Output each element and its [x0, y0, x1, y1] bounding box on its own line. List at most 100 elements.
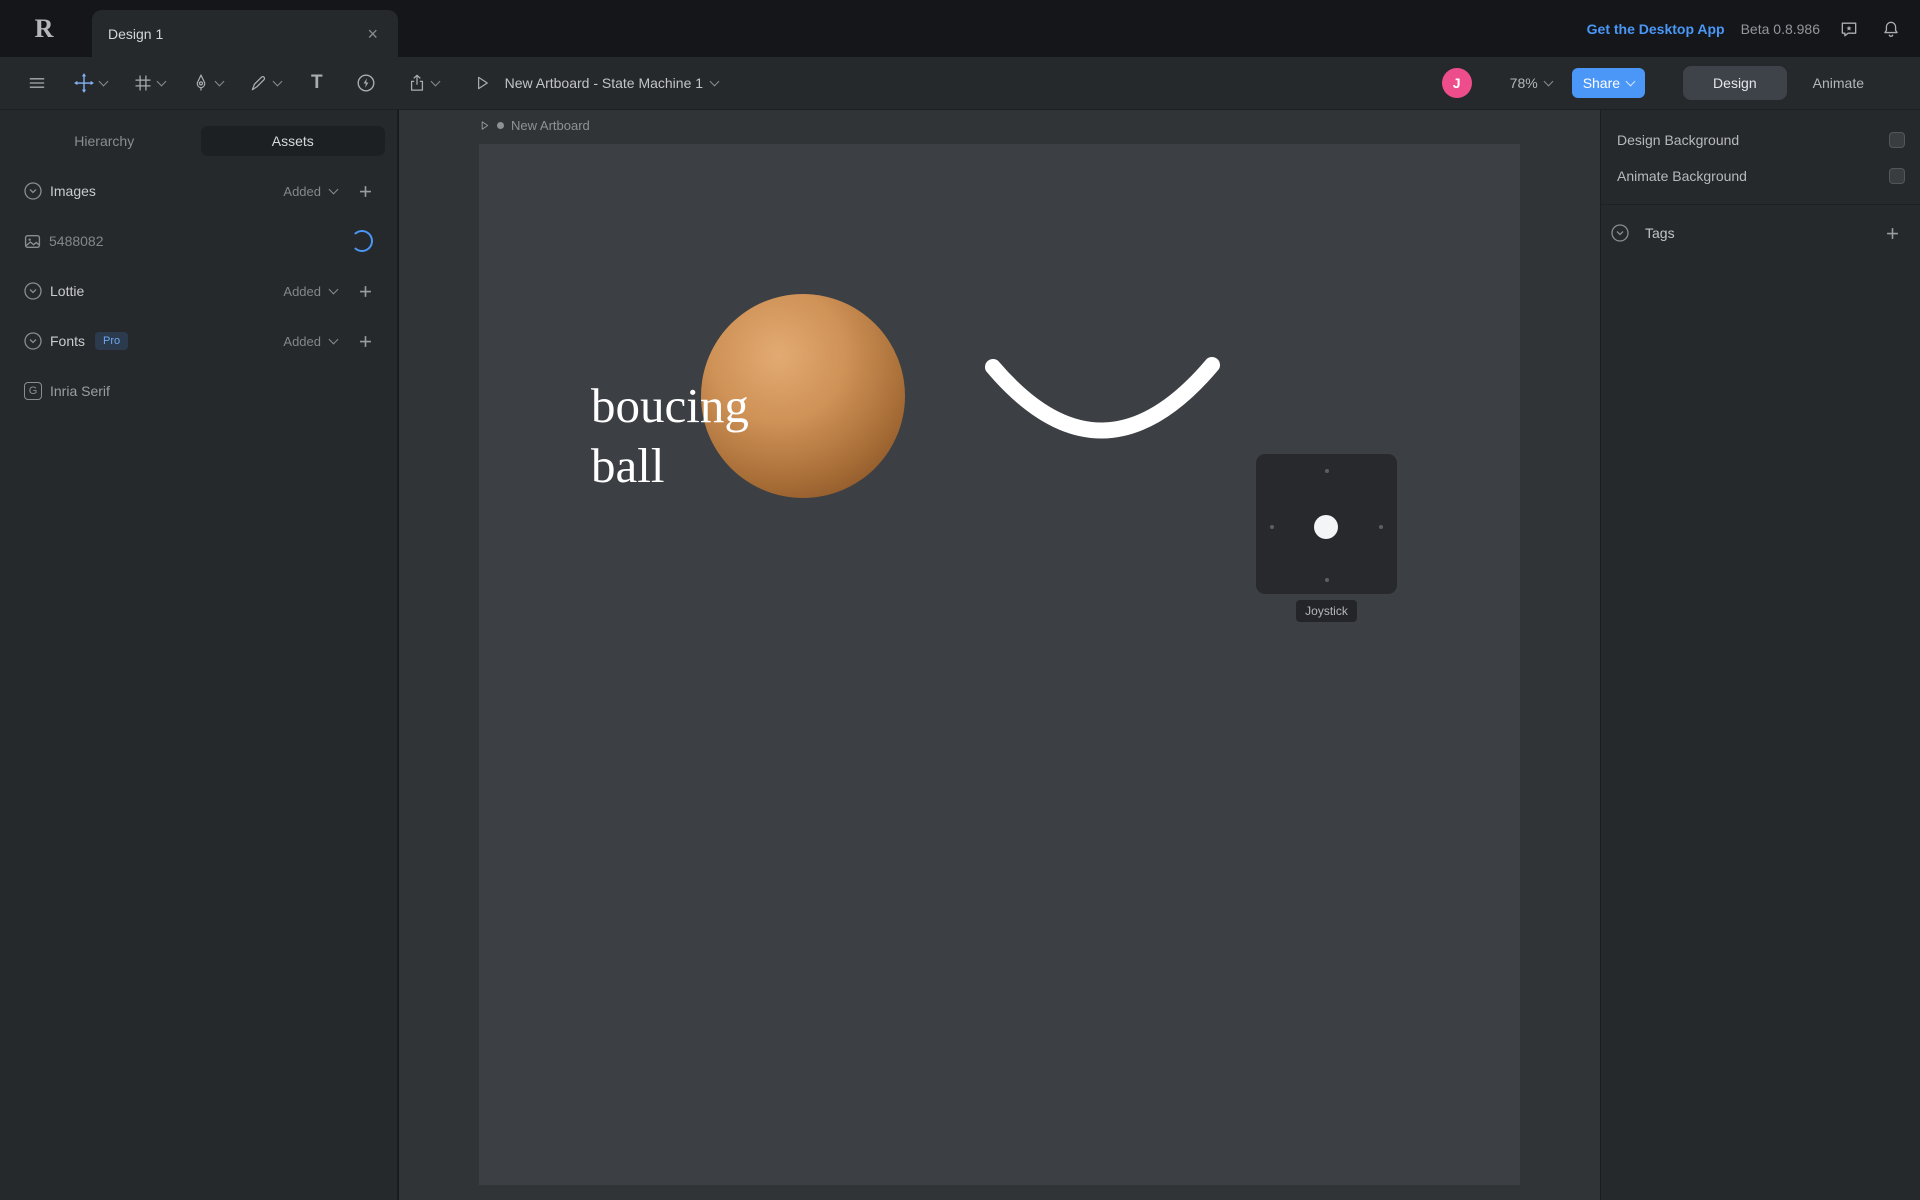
plus-icon — [359, 185, 371, 197]
tabbar-right: Get the Desktop App Beta 0.8.986 — [1587, 0, 1904, 57]
transform-tool[interactable] — [73, 72, 109, 94]
artboard[interactable]: boucing ball Joystick — [479, 144, 1520, 1185]
file-tab-title: Design 1 — [108, 25, 164, 42]
playback-selector[interactable]: New Artboard - State Machine 1 — [473, 74, 720, 92]
images-added-label: Added — [283, 183, 321, 199]
lightning-bolt-icon — [357, 74, 375, 92]
add-image-button[interactable] — [357, 183, 373, 199]
add-font-button[interactable] — [357, 333, 373, 349]
chevron-circle-icon[interactable] — [24, 182, 42, 200]
tags-section-row: Tags — [1601, 211, 1920, 255]
images-added-dropdown[interactable]: Added — [283, 183, 339, 199]
beta-version-label: Beta 0.8.986 — [1740, 20, 1820, 37]
ball-text[interactable]: boucing ball — [591, 376, 749, 496]
tab-bar: R Design 1 × Get the Desktop App Beta 0.… — [0, 0, 1920, 57]
notifications-bell-icon[interactable] — [1878, 16, 1904, 42]
export-tool-chevron-icon[interactable] — [430, 76, 441, 86]
pen-tool[interactable] — [191, 73, 225, 93]
play-icon — [481, 121, 489, 130]
font-asset-name: Inria Serif — [50, 383, 110, 399]
close-tab-icon[interactable]: × — [363, 23, 382, 45]
curve-path-shape — [985, 357, 1220, 439]
shape-tool-chevron-icon[interactable] — [272, 76, 283, 86]
zoom-chevron-icon[interactable] — [1543, 76, 1554, 86]
toolbar-tools: T New Artboard - State Machine 1 — [0, 72, 720, 94]
tab-hierarchy[interactable]: Hierarchy — [12, 126, 197, 156]
joystick-dot-top — [1325, 469, 1329, 473]
joystick-dot-bottom — [1325, 578, 1329, 582]
tab-assets[interactable]: Assets — [200, 126, 385, 156]
get-desktop-app-link[interactable]: Get the Desktop App — [1587, 21, 1725, 37]
design-mode-button[interactable]: Design — [1683, 66, 1787, 100]
left-panel: Hierarchy Assets Images Added 5488082 Lo… — [0, 110, 398, 1200]
font-asset-item[interactable]: G Inria Serif — [0, 366, 397, 416]
ball-text-line1: boucing — [591, 378, 749, 433]
plus-icon — [1886, 227, 1898, 239]
joystick-label-wrap: Joystick — [1256, 600, 1397, 622]
text-tool-icon: T — [311, 72, 323, 93]
chevron-circle-icon[interactable] — [24, 282, 42, 300]
joystick-component[interactable] — [1256, 454, 1397, 594]
mode-toggle: Design Animate — [1683, 66, 1890, 100]
export-tool[interactable] — [407, 73, 441, 93]
design-background-row: Design Background — [1601, 122, 1920, 158]
design-background-swatch[interactable] — [1889, 132, 1905, 148]
chevron-circle-icon[interactable] — [24, 332, 42, 350]
playback-target-label: New Artboard - State Machine 1 — [504, 75, 704, 91]
lottie-added-dropdown[interactable]: Added — [283, 284, 339, 299]
pen-nib-icon — [196, 74, 206, 91]
add-lottie-button[interactable] — [357, 283, 373, 299]
user-avatar[interactable]: J — [1441, 68, 1472, 98]
zoom-control[interactable]: 78% — [1509, 75, 1554, 91]
panel-tabs: Hierarchy Assets — [0, 110, 397, 166]
chevron-circle-icon[interactable] — [1611, 224, 1629, 242]
images-section-row: Images Added — [0, 166, 397, 216]
share-button-label: Share — [1582, 75, 1621, 91]
move-arrows-icon — [74, 73, 94, 93]
pro-badge: Pro — [95, 332, 129, 350]
events-tool[interactable] — [355, 72, 377, 94]
inspector-panel: Design Background Animate Background Tag… — [1600, 110, 1920, 1200]
zoom-level-label: 78% — [1509, 75, 1538, 91]
joystick-knob[interactable] — [1314, 515, 1338, 539]
smile-arc[interactable] — [985, 357, 1220, 439]
lottie-section-row: Lottie Added — [0, 266, 397, 316]
animate-background-label: Animate Background — [1617, 168, 1747, 184]
fonts-added-chevron-icon — [328, 334, 339, 344]
playback-chevron-icon[interactable] — [709, 76, 720, 86]
artboard-header[interactable]: New Artboard — [479, 118, 590, 133]
google-font-icon: G — [24, 382, 42, 400]
share-chevron-icon[interactable] — [1625, 76, 1636, 86]
text-tool[interactable]: T — [311, 72, 323, 94]
artboard-tool-chevron-icon[interactable] — [156, 76, 167, 86]
fonts-added-label: Added — [283, 333, 321, 349]
lottie-section-label: Lottie — [50, 283, 85, 299]
fonts-added-dropdown[interactable]: Added — [283, 333, 339, 349]
image-asset-item[interactable]: 5488082 — [0, 216, 397, 266]
feedback-icon[interactable] — [1836, 16, 1862, 42]
rive-logo[interactable]: R — [22, 0, 66, 57]
canvas-viewport[interactable]: New Artboard boucing ball Joystick — [399, 110, 1600, 1200]
loading-spinner — [351, 230, 373, 252]
toolbar-right: J 78% Share Design Animate — [1441, 66, 1920, 100]
share-button[interactable]: Share — [1571, 68, 1646, 98]
ball-text-line2: ball — [591, 438, 665, 493]
image-icon — [24, 234, 41, 248]
fonts-section-row: Fonts Pro Added — [0, 316, 397, 366]
add-tag-button[interactable] — [1884, 225, 1900, 241]
file-tab[interactable]: Design 1 × — [92, 10, 398, 57]
pen-tool-chevron-icon[interactable] — [214, 76, 225, 86]
shape-tool[interactable] — [249, 73, 283, 93]
lottie-added-chevron-icon — [328, 284, 339, 294]
menu-hamburger-icon[interactable] — [27, 73, 47, 93]
images-added-chevron-icon — [328, 184, 339, 194]
state-machine-dot-icon — [497, 122, 504, 129]
pencil-icon — [251, 76, 266, 91]
animate-background-swatch[interactable] — [1889, 168, 1905, 184]
artboard-tool[interactable] — [133, 73, 167, 93]
animate-mode-button[interactable]: Animate — [1787, 66, 1890, 100]
tags-label: Tags — [1645, 225, 1675, 241]
play-icon — [477, 76, 488, 90]
transform-tool-chevron-icon[interactable] — [98, 76, 109, 86]
toolbar: T New Artboard - State Machine 1 J 78% S… — [0, 57, 1920, 110]
